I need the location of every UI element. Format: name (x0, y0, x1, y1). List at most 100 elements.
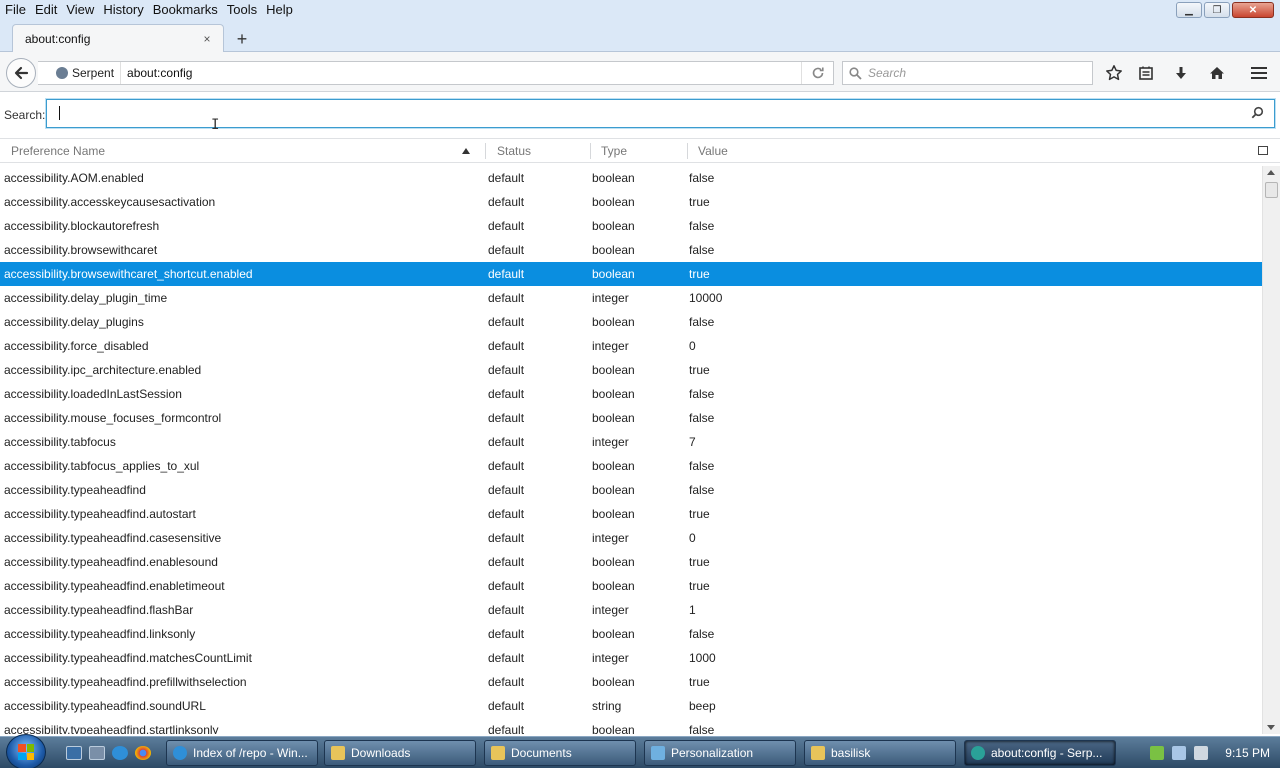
new-tab-button[interactable]: + (232, 29, 252, 49)
table-row[interactable]: accessibility.typeaheadfind.flashBar defa… (0, 598, 1262, 622)
identity-label: Serpent (72, 66, 115, 80)
tab-title: about:config (25, 32, 91, 46)
pref-type-cell: boolean (592, 723, 635, 734)
table-row[interactable]: accessibility.typeaheadfind.matchesCount… (0, 646, 1262, 670)
table-row[interactable]: accessibility.AOM.enabled default boolean f… (0, 166, 1262, 190)
search-placeholder: Search (868, 66, 907, 80)
taskbar-button-label: Documents (511, 746, 572, 760)
table-row[interactable]: accessibility.typeaheadfind.enabletimeou… (0, 574, 1262, 598)
start-button[interactable] (6, 734, 46, 768)
column-header-status[interactable]: Status (497, 144, 531, 158)
identity-box[interactable]: Serpent (38, 62, 122, 84)
column-separator[interactable] (687, 143, 688, 159)
table-row[interactable]: accessibility.typeaheadfind.soundURL defa… (0, 694, 1262, 718)
scrollbar-thumb[interactable] (1265, 182, 1278, 198)
pref-status-cell: default (488, 411, 525, 425)
table-row[interactable]: accessibility.typeaheadfind.prefillwiths… (0, 670, 1262, 694)
table-row[interactable]: accessibility.typeaheadfind.linksonly def… (0, 622, 1262, 646)
bookmarks-list-icon (1139, 66, 1153, 80)
back-button[interactable] (6, 58, 36, 88)
table-row[interactable]: accessibility.browsewithcaret default bool… (0, 238, 1262, 262)
show-desktop-icon[interactable] (66, 746, 82, 760)
bookmark-star-button[interactable] (1104, 63, 1124, 83)
pref-value-cell: 0 (689, 531, 696, 545)
taskbar-button-index-of-repo[interactable]: Index of /repo - Win... (166, 740, 318, 766)
tab-close-icon[interactable]: × (199, 31, 215, 47)
table-row[interactable]: accessibility.typeaheadfind.casesensitiv… (0, 526, 1262, 550)
table-row[interactable]: accessibility.delay_plugins default boolea… (0, 310, 1262, 334)
taskbar-button-personalization[interactable]: Personalization (644, 740, 796, 766)
bookmarks-menu-button[interactable] (1136, 63, 1156, 83)
pref-name-cell: accessibility.loadedInLastSession (4, 387, 182, 401)
table-row[interactable]: accessibility.accesskeycausesactivation d… (0, 190, 1262, 214)
reload-icon (812, 67, 824, 79)
pref-name-cell: accessibility.typeaheadfind.flashBar (4, 603, 194, 617)
table-row[interactable]: accessibility.loadedInLastSession default… (0, 382, 1262, 406)
reload-button[interactable] (801, 62, 833, 84)
security-tray-icon[interactable] (1150, 746, 1164, 760)
close-window-button[interactable]: ✕ (1232, 2, 1274, 18)
column-header-value[interactable]: Value (698, 144, 728, 158)
menu-view[interactable]: View (61, 0, 98, 20)
menu-tools[interactable]: Tools (222, 0, 261, 20)
scroll-up-arrow-icon[interactable] (1267, 170, 1275, 175)
restore-button[interactable]: ❐ (1204, 2, 1230, 18)
web-search-bar[interactable]: Search (842, 61, 1093, 85)
table-row[interactable]: accessibility.tabfocus_applies_to_xul def… (0, 454, 1262, 478)
pref-status-cell: default (488, 483, 525, 497)
pref-value-cell: true (689, 507, 710, 521)
column-header-type[interactable]: Type (601, 144, 627, 158)
menu-file[interactable]: File (0, 0, 30, 20)
menu-history[interactable]: History (98, 0, 147, 20)
config-search-input[interactable] (46, 99, 1275, 128)
menu-edit[interactable]: Edit (30, 0, 61, 20)
chrome-quicklaunch-icon[interactable] (135, 746, 151, 760)
taskbar-button-about-config[interactable]: about:config - Serp... (964, 740, 1116, 766)
column-picker-icon[interactable] (1258, 146, 1268, 155)
pref-name-cell: accessibility.ipc_architecture.enabled (4, 363, 202, 377)
volume-muted-icon[interactable] (1194, 746, 1208, 760)
open-menu-button[interactable] (1249, 63, 1269, 83)
menu-bookmarks[interactable]: Bookmarks (148, 0, 222, 20)
table-row[interactable]: accessibility.typeaheadfind.autostart def… (0, 502, 1262, 526)
back-arrow-icon (14, 66, 29, 80)
table-row[interactable]: accessibility.force_disabled default integ… (0, 334, 1262, 358)
taskbar-button-label: Downloads (351, 746, 411, 760)
search-icon (849, 66, 862, 80)
ie-quicklaunch-icon[interactable] (112, 746, 128, 760)
downloads-button[interactable] (1171, 63, 1191, 83)
pref-value-cell: 1000 (689, 651, 716, 665)
preferences-table-body: accessibility.AOM.enabled default boolean f… (0, 166, 1262, 734)
serpent-browser-icon (971, 746, 985, 760)
table-row[interactable]: accessibility.ipc_architecture.enabled de… (0, 358, 1262, 382)
taskbar-button-downloads[interactable]: Downloads (324, 740, 476, 766)
pref-type-cell: integer (592, 291, 629, 305)
minimize-button[interactable]: ▁ (1176, 2, 1202, 18)
taskbar-button-basilisk[interactable]: basilisk (804, 740, 956, 766)
window-switcher-icon[interactable] (89, 746, 105, 760)
taskbar-button-documents[interactable]: Documents (484, 740, 636, 766)
table-row[interactable]: accessibility.browsewithcaret_shortcut.e… (0, 262, 1262, 286)
taskbar-clock[interactable]: 9:15 PM (1225, 746, 1270, 760)
tab-about-config[interactable]: about:config × (12, 24, 224, 53)
pref-type-cell: integer (592, 603, 629, 617)
vertical-scrollbar[interactable] (1262, 166, 1280, 734)
pref-status-cell: default (488, 699, 525, 713)
table-row[interactable]: accessibility.tabfocus default integer 7 (0, 430, 1262, 454)
table-row[interactable]: accessibility.blockautorefresh default boo… (0, 214, 1262, 238)
table-row[interactable]: accessibility.typeaheadfind.enablesound d… (0, 550, 1262, 574)
url-bar[interactable]: Serpent about:config (38, 61, 834, 85)
column-separator[interactable] (485, 143, 486, 159)
pref-value-cell: false (689, 459, 715, 473)
home-button[interactable] (1207, 63, 1227, 83)
table-row[interactable]: accessibility.mouse_focuses_formcontrol d… (0, 406, 1262, 430)
table-row[interactable]: accessibility.delay_plugin_time default in… (0, 286, 1262, 310)
column-separator[interactable] (590, 143, 591, 159)
network-tray-icon[interactable] (1172, 746, 1186, 760)
menu-help[interactable]: Help (261, 0, 297, 20)
table-row[interactable]: accessibility.typeaheadfind default boolea… (0, 478, 1262, 502)
column-header-preference-name[interactable]: Preference Name (11, 144, 105, 158)
table-row[interactable]: accessibility.typeaheadfind.startlinkson… (0, 718, 1262, 734)
scroll-down-arrow-icon[interactable] (1267, 725, 1275, 730)
url-text[interactable]: about:config (121, 66, 801, 80)
